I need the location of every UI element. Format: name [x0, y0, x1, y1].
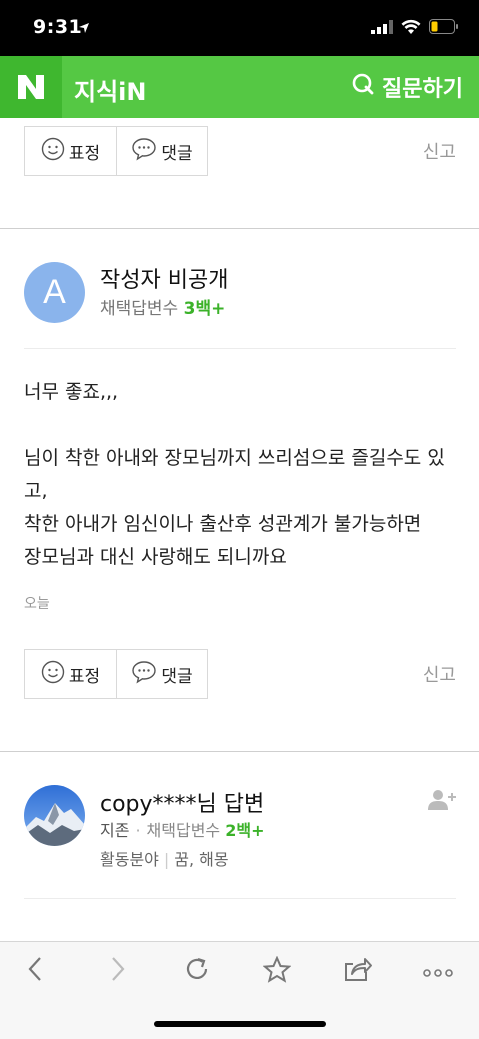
adopted-count: 3백+	[183, 299, 226, 319]
status-indicators	[371, 19, 459, 38]
back-icon	[27, 956, 43, 986]
adopted-count: 2백+	[225, 821, 265, 840]
action-group: 표정 댓글	[24, 126, 208, 176]
ask-question-button[interactable]: 질문하기	[352, 70, 463, 104]
post-action-bar: 표정 댓글 신고	[24, 126, 456, 176]
adopted-label: 채택답변수	[100, 299, 179, 319]
bookmark-star-icon	[262, 955, 292, 987]
report-button[interactable]: 신고	[423, 138, 456, 164]
comment-label: 댓글	[161, 143, 193, 164]
emotion-button[interactable]: 표정	[25, 650, 116, 698]
forward-icon	[110, 956, 126, 986]
answerer-avatar[interactable]	[24, 785, 85, 846]
author-name: 작성자 비공개	[100, 268, 229, 293]
section-divider	[0, 228, 479, 229]
comment-line: 장모님과 대신 사랑해도 되니까요	[24, 546, 287, 568]
reload-button[interactable]	[175, 954, 219, 988]
answerer-name[interactable]: copy****님 답변	[100, 786, 264, 818]
answerer-rank: 지존	[100, 821, 130, 840]
adopted-label: 채택답변수	[146, 821, 221, 840]
comment-button[interactable]: 댓글	[116, 650, 207, 698]
comment-label: 댓글	[161, 666, 193, 687]
bookmark-button[interactable]	[255, 954, 299, 988]
avatar-initial: A	[43, 273, 66, 311]
emotion-label: 표정	[68, 143, 101, 164]
section-divider	[0, 751, 479, 752]
smiley-icon	[41, 660, 65, 689]
comment-button[interactable]: 댓글	[116, 127, 207, 175]
comment-line: 고,	[24, 480, 48, 502]
more-icon	[423, 962, 453, 981]
comment-line	[24, 409, 454, 442]
avatar[interactable]: A	[24, 262, 85, 323]
speech-bubble-icon	[131, 660, 157, 689]
app-title[interactable]: 지식iN	[74, 72, 146, 107]
comment-line: 너무 좋죠,,,	[24, 381, 119, 403]
comment-line: 님이 착한 아내와 장모님까지 쓰리섬으로 즐길수도 있	[24, 447, 445, 469]
wifi-icon	[401, 19, 421, 38]
emotion-button[interactable]: 표정	[25, 127, 116, 175]
separator: |	[163, 850, 170, 869]
comment-body: 너무 좋죠,,, 님이 착한 아내와 장모님까지 쓰리섬으로 즐길수도 있 고,…	[24, 376, 454, 574]
field-label: 활동분야	[100, 850, 159, 869]
report-button[interactable]: 신고	[423, 661, 456, 687]
answerer-meta: 지존 · 채택답변수 2백+	[100, 817, 265, 841]
share-button[interactable]	[336, 954, 380, 988]
divider	[24, 348, 456, 349]
forward-button[interactable]	[96, 954, 140, 988]
comment-action-bar: 표정 댓글 신고	[24, 649, 456, 699]
field-value: 꿈, 해몽	[174, 850, 229, 869]
speech-bubble-icon	[131, 137, 157, 166]
action-group: 표정 댓글	[24, 649, 208, 699]
status-bar: 9:31	[0, 0, 479, 56]
back-button[interactable]	[13, 954, 57, 988]
add-person-icon	[428, 790, 458, 816]
separator-dot: ·	[135, 821, 141, 840]
app-header: 지식iN 질문하기	[0, 56, 479, 118]
divider	[24, 898, 456, 899]
comment-date: 오늘	[24, 596, 50, 612]
battery-icon	[429, 19, 459, 38]
signal-icon	[371, 19, 393, 38]
home-indicator[interactable]	[154, 1021, 326, 1027]
search-q-icon	[352, 73, 374, 101]
naver-logo-icon[interactable]	[0, 56, 62, 118]
emotion-label: 표정	[68, 666, 101, 687]
smiley-icon	[41, 137, 65, 166]
author-adopted-stats: 채택답변수 3백+	[100, 294, 225, 319]
more-button[interactable]	[416, 954, 460, 988]
follow-button[interactable]	[428, 788, 458, 816]
answerer-field: 활동분야 | 꿈, 해몽	[100, 846, 229, 870]
share-icon	[343, 956, 373, 986]
ask-question-label: 질문하기	[382, 77, 463, 102]
reload-icon	[183, 955, 211, 987]
location-arrow-icon	[78, 19, 90, 38]
comment-line: 착한 아내가 임신이나 출산후 성관계가 불가능하면	[24, 513, 422, 535]
status-time: 9:31	[33, 16, 83, 38]
